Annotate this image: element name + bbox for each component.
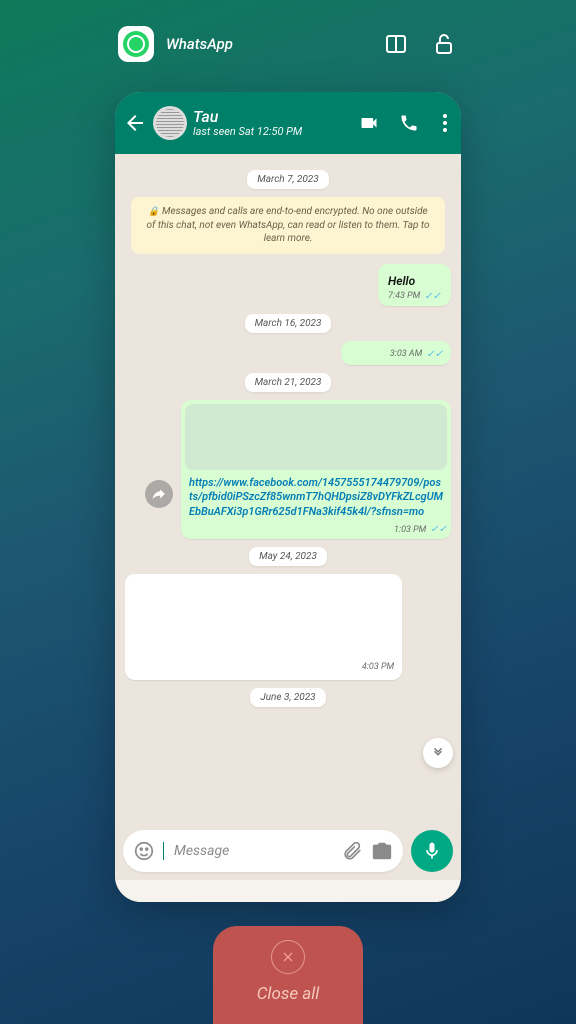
emoji-icon[interactable] xyxy=(133,840,155,862)
chat-messages-area[interactable]: March 7, 2023 🔒 Messages and calls are e… xyxy=(115,154,461,824)
camera-icon[interactable] xyxy=(371,840,393,862)
message-time: 7:43 PM xyxy=(388,291,420,301)
read-ticks-icon: ✓✓ xyxy=(430,524,447,535)
message-text: Hello xyxy=(388,274,415,288)
scroll-to-bottom-button[interactable] xyxy=(423,738,453,768)
contact-name: Tau xyxy=(193,108,347,126)
message-time: 3:03 AM xyxy=(390,349,422,359)
back-arrow-icon[interactable] xyxy=(123,111,147,135)
nav-bar-area xyxy=(115,880,461,902)
text-cursor xyxy=(163,842,164,860)
read-ticks-icon: ✓✓ xyxy=(426,349,443,360)
link-preview-thumbnail xyxy=(185,404,447,470)
more-menu-icon[interactable] xyxy=(439,114,451,132)
voice-call-icon[interactable] xyxy=(399,113,419,133)
link-url-text: https://www.facebook.com/145755517447970… xyxy=(185,476,447,523)
whatsapp-app-icon[interactable] xyxy=(118,26,154,62)
app-name-label: WhatsApp xyxy=(166,35,372,53)
video-call-icon[interactable] xyxy=(359,113,379,133)
outgoing-message[interactable]: 3:03 AM ✓✓ xyxy=(341,341,451,365)
date-separator: March 16, 2023 xyxy=(245,314,332,333)
date-separator: March 21, 2023 xyxy=(245,373,332,392)
message-time: 4:03 PM xyxy=(362,662,394,672)
attach-icon[interactable] xyxy=(341,840,363,862)
chat-title-block[interactable]: Tau last seen Sat 12:50 PM xyxy=(193,108,347,139)
last-seen-label: last seen Sat 12:50 PM xyxy=(193,125,347,138)
input-placeholder: Message xyxy=(174,843,333,859)
lock-open-icon[interactable] xyxy=(432,32,456,56)
split-screen-icon[interactable] xyxy=(384,32,408,56)
read-ticks-icon: ✓✓ xyxy=(424,291,441,302)
message-input-row: Message xyxy=(115,824,461,880)
contact-avatar[interactable] xyxy=(153,106,187,140)
message-time: 1:03 PM xyxy=(394,525,426,535)
task-switcher-header: WhatsApp xyxy=(0,0,576,72)
lock-icon: 🔒 xyxy=(148,207,159,217)
close-all-button[interactable]: Close all xyxy=(213,926,363,1024)
outgoing-link-message[interactable]: https://www.facebook.com/145755517447970… xyxy=(181,400,451,540)
encryption-notice[interactable]: 🔒 Messages and calls are end-to-end encr… xyxy=(131,197,445,254)
date-separator: June 3, 2023 xyxy=(250,688,325,707)
incoming-message[interactable]: 4:03 PM xyxy=(125,574,402,680)
date-separator: March 7, 2023 xyxy=(247,170,328,189)
chat-header: Tau last seen Sat 12:50 PM xyxy=(115,92,461,154)
close-all-label: Close all xyxy=(213,984,363,1004)
app-preview-card[interactable]: Tau last seen Sat 12:50 PM March 7, 2023… xyxy=(115,92,461,902)
close-icon xyxy=(271,940,305,974)
forward-icon[interactable] xyxy=(145,480,173,508)
date-separator: May 24, 2023 xyxy=(249,547,327,566)
voice-record-button[interactable] xyxy=(411,830,453,872)
outgoing-message[interactable]: Hello 7:43 PM ✓✓ xyxy=(378,264,451,306)
message-input[interactable]: Message xyxy=(123,830,403,872)
